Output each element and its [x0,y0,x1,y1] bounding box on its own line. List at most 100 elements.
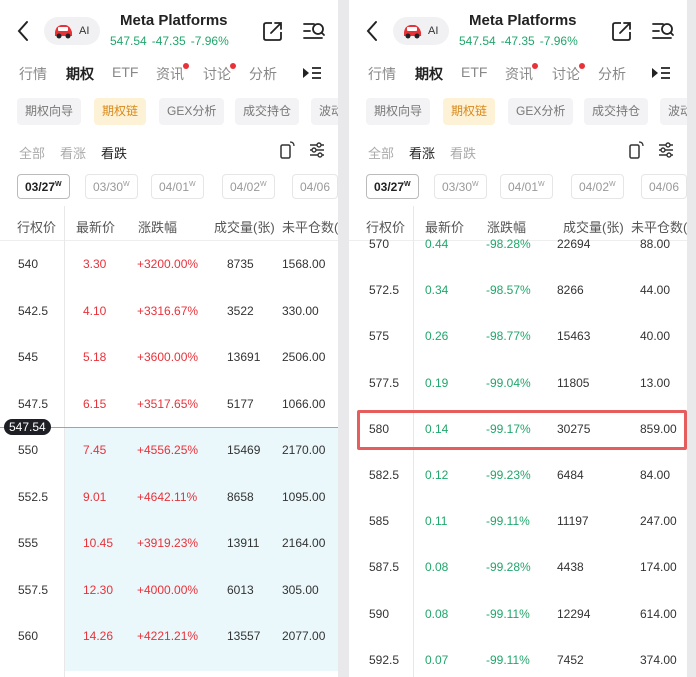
stock-quote: 547.54 -47.35 -7.96% [110,34,234,48]
cell-chg: +4556.25% [137,443,199,457]
tab-4[interactable]: 讨论 [203,64,231,84]
filter-1[interactable]: 看涨 [409,143,435,162]
table-row[interactable]: 570 0.44 -98.28% 22694 88.00 [349,222,687,268]
cell-chg: -98.77% [486,329,531,344]
search-menu-icon[interactable] [302,20,326,42]
table-row[interactable]: 587.5 0.08 -99.28% 4438 174.00 [349,545,687,591]
column-header-1[interactable]: 最新价 [76,217,115,236]
table-row[interactable]: 555 10.45 +3919.23% 13911 2164.00 [0,521,338,567]
table-row[interactable]: 547.5 6.15 +3517.65% 5177 1066.00 [0,382,338,428]
tab-5[interactable]: 分析 [598,64,626,84]
weekly-marker: W [404,181,411,188]
column-header-0[interactable]: 行权价 [17,217,56,236]
phone-rotate-icon[interactable] [278,141,296,159]
filter-0[interactable]: 全部 [368,143,394,162]
expiry-date-2[interactable]: 04/01W [500,174,553,199]
chip-4[interactable]: 波动 [311,98,338,125]
table-row[interactable]: 542.5 4.10 +3316.67% 3522 330.00 [0,289,338,335]
table-row[interactable]: 545 5.18 +3600.00% 13691 2506.00 [0,335,338,381]
column-header-2[interactable]: 涨跌幅 [138,217,177,236]
share-icon[interactable] [262,20,284,42]
ai-assistant-button[interactable]: AI [44,17,100,45]
cell-last: 0.44 [425,237,449,251]
tab-1[interactable]: 期权 [415,64,443,84]
cell-chg: -99.04% [486,375,531,390]
column-header-3[interactable]: 成交量(张) [214,217,275,236]
tab-0[interactable]: 行情 [19,64,47,84]
expiry-date-label: 04/02 [579,180,610,194]
expiry-date-1[interactable]: 03/30W [434,174,487,199]
filter-1[interactable]: 看涨 [60,143,86,162]
table-row[interactable]: 577.5 0.19 -99.04% 11805 13.00 [349,361,687,407]
cell-vol: 13691 [227,350,261,364]
chip-2[interactable]: GEX分析 [508,98,574,125]
ai-assistant-button[interactable]: AI [393,17,449,45]
back-icon[interactable] [14,19,34,43]
filter-0[interactable]: 全部 [19,143,45,162]
column-header-4[interactable]: 未平仓数(张) [282,217,338,236]
cell-oi: 13.00 [640,375,671,390]
table-row[interactable]: 592.5 0.07 -99.11% 7452 374.00 [349,638,687,677]
spot-price-badge: 547.54 [4,419,51,435]
table-row[interactable]: 575 0.26 -98.77% 15463 40.00 [349,314,687,360]
chip-0[interactable]: 期权向导 [17,98,82,125]
table-row[interactable]: 560 14.26 +4221.21% 13557 2077.00 [0,614,338,660]
share-icon[interactable] [611,20,633,42]
settings-sliders-icon[interactable] [657,141,675,159]
chip-1[interactable]: 期权链 [443,98,496,125]
search-menu-icon[interactable] [651,20,675,42]
header-bar: AI Meta Platforms 547.54 -47.35 -7.96% [0,0,338,58]
tab-3[interactable]: 资讯 [156,64,184,84]
expiry-date-0[interactable]: 03/27W [366,174,419,199]
cell-last: 14.26 [83,629,114,643]
chip-4[interactable]: 波动 [660,98,687,125]
table-row[interactable]: 585 0.11 -99.11% 11197 247.00 [349,499,687,545]
expiry-date-2[interactable]: 04/01W [151,174,204,199]
tab-3[interactable]: 资讯 [505,64,533,84]
cell-vol: 8658 [227,489,254,504]
tab-4[interactable]: 讨论 [552,64,580,84]
tab-2[interactable]: ETF [112,64,138,80]
settings-sliders-icon[interactable] [308,141,326,159]
filter-2[interactable]: 看跌 [101,143,127,162]
expiry-date-3[interactable]: 04/02W [571,174,624,199]
expiry-date-3[interactable]: 04/02W [222,174,275,199]
phone-rotate-icon[interactable] [627,141,645,159]
chip-2[interactable]: GEX分析 [159,98,225,125]
table-row[interactable]: 582.5 0.12 -99.23% 6484 84.00 [349,453,687,499]
expiry-date-label: 04/06 [649,180,680,194]
weekly-marker: W [538,181,545,188]
cell-strike: 592.5 [369,652,400,667]
filter-2[interactable]: 看跌 [450,143,476,162]
stock-title: Meta Platforms [120,12,228,29]
cell-chg: +4642.11% [137,489,198,504]
expiry-date-4[interactable]: 04/06 [292,174,338,199]
cell-last: 3.30 [83,257,107,271]
tab-1[interactable]: 期权 [66,64,94,84]
chip-0[interactable]: 期权向导 [366,98,431,125]
tab-2[interactable]: ETF [461,64,487,80]
table-row[interactable]: 552.5 9.01 +4642.11% 8658 1095.00 [0,475,338,521]
cell-vol: 8266 [557,283,584,298]
table-row[interactable]: 572.5 0.34 -98.57% 8266 44.00 [349,268,687,314]
chip-3[interactable]: 成交持仓 [584,98,649,125]
cell-vol: 11805 [557,375,590,390]
expiry-date-0[interactable]: 03/27W [17,174,70,199]
back-icon[interactable] [363,19,383,43]
more-tabs-icon[interactable] [650,66,672,80]
table-row[interactable]: 557.5 12.30 +4000.00% 6013 305.00 [0,568,338,614]
cell-last: 0.19 [425,375,449,390]
table-row[interactable]: 590 0.08 -99.11% 12294 614.00 [349,592,687,638]
tab-0[interactable]: 行情 [368,64,396,84]
quote-price: 547.54 [110,34,147,48]
cell-oi: 174.00 [640,560,677,575]
expiry-date-1[interactable]: 03/30W [85,174,138,199]
cell-oi: 88.00 [640,237,671,251]
table-row[interactable]: 540 3.30 +3200.00% 8735 1568.00 [0,242,338,288]
more-tabs-icon[interactable] [301,66,323,80]
tab-5[interactable]: 分析 [249,64,277,84]
chip-1[interactable]: 期权链 [94,98,147,125]
chip-3[interactable]: 成交持仓 [235,98,300,125]
table-row[interactable]: 550 7.45 +4556.25% 15469 2170.00 [0,428,338,474]
expiry-date-4[interactable]: 04/06 [641,174,687,199]
